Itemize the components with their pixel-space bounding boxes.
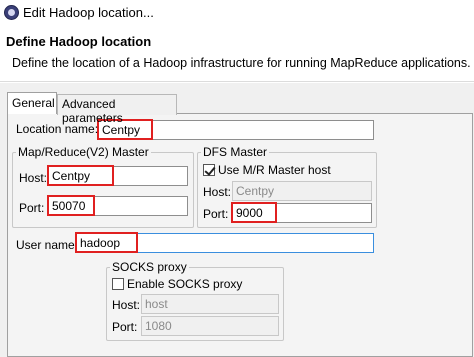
window-title: Edit Hadoop location... (23, 5, 154, 20)
eclipse-app-icon (4, 5, 19, 20)
use-mr-host-label: Use M/R Master host (218, 163, 331, 177)
mr-port-label: Port: (19, 201, 45, 215)
tab-advanced-parameters[interactable]: Advanced parameters (57, 94, 177, 125)
socks-host-label: Host: (112, 298, 141, 312)
socks-port-label: Port: (112, 320, 138, 334)
mr-host-label: Host: (19, 171, 48, 185)
socks-host-field[interactable]: host (141, 294, 279, 314)
dialog-header: Define Hadoop location Define the locati… (0, 26, 474, 82)
use-mr-host-checkbox[interactable] (203, 164, 215, 176)
enable-socks-checkbox[interactable] (112, 278, 124, 290)
dfs-port-label: Port: (203, 207, 229, 221)
enable-socks-label: Enable SOCKS proxy (127, 277, 243, 291)
user-name-label: User name: (16, 238, 79, 252)
dfs-host-label: Host: (203, 185, 232, 199)
socks-port-field[interactable]: 1080 (141, 316, 279, 336)
socks-proxy-title: SOCKS proxy (110, 260, 189, 274)
mr-port-highlight (47, 195, 95, 216)
mapreduce-master-title: Map/Reduce(V2) Master (16, 145, 151, 159)
dfs-master-title: DFS Master (201, 145, 270, 159)
dfs-host-field[interactable]: Centpy (232, 181, 372, 201)
header-title: Define Hadoop location (6, 34, 152, 49)
dfs-port-highlight (231, 202, 277, 223)
title-bar: Edit Hadoop location... (0, 0, 474, 26)
mapreduce-master-group (12, 152, 194, 228)
mr-host-highlight (47, 165, 114, 186)
header-description: Define the location of a Hadoop infrastr… (12, 56, 471, 70)
user-name-highlight (75, 232, 138, 253)
dfs-host-value: Centpy (236, 184, 275, 198)
socks-host-value: host (145, 297, 168, 311)
socks-port-value: 1080 (145, 319, 172, 333)
tab-general[interactable]: General (7, 92, 57, 114)
